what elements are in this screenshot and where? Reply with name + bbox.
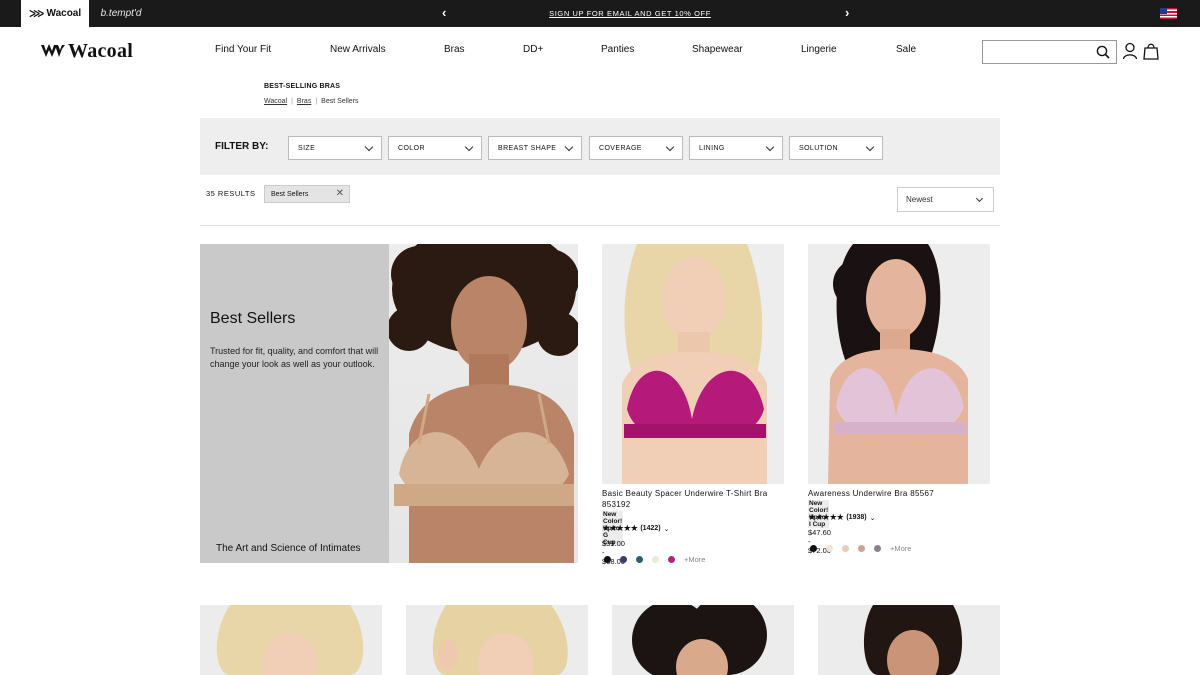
nav-find-your-fit[interactable]: Find Your Fit bbox=[215, 44, 271, 55]
search-icon[interactable] bbox=[1096, 45, 1110, 59]
nav-dd-plus[interactable]: DD+ bbox=[523, 44, 543, 55]
more-colors-link[interactable]: +More bbox=[890, 544, 911, 553]
filter-lining-dropdown[interactable]: LINING bbox=[689, 136, 783, 160]
close-icon[interactable]: ✕ bbox=[336, 188, 344, 199]
breadcrumb: Wacoal | Bras | Best Sellers bbox=[264, 98, 359, 105]
breadcrumb-separator: | bbox=[315, 98, 318, 105]
brand-tab-label: Wacoal bbox=[46, 8, 82, 19]
color-swatch[interactable] bbox=[620, 556, 627, 563]
color-swatch[interactable] bbox=[874, 545, 881, 552]
filter-size-dropdown[interactable]: SIZE bbox=[288, 136, 382, 160]
breadcrumb-item-wacoal[interactable]: Wacoal bbox=[264, 98, 287, 105]
account-icon[interactable] bbox=[1122, 42, 1138, 60]
sort-dropdown[interactable]: Newest bbox=[897, 187, 994, 212]
chevron-down-icon bbox=[665, 142, 675, 152]
product-image[interactable] bbox=[818, 605, 1000, 675]
filter-dropdown-label: BREAST SHAPE bbox=[498, 144, 557, 152]
color-swatch[interactable] bbox=[858, 545, 865, 552]
review-count: (1422) bbox=[640, 525, 661, 532]
product-rating[interactable]: ★★★★★ (1938) ⌄ bbox=[808, 512, 875, 523]
product-image[interactable] bbox=[406, 605, 588, 675]
star-rating-icon: ★★★★★ bbox=[808, 512, 844, 522]
chevron-right-icon[interactable]: › bbox=[845, 5, 849, 20]
site-logo[interactable]: Wacoal bbox=[41, 40, 133, 62]
color-swatch[interactable] bbox=[826, 545, 833, 552]
nav-shapewear[interactable]: Shapewear bbox=[692, 44, 743, 55]
more-colors-link[interactable]: +More bbox=[684, 555, 705, 564]
product-image[interactable] bbox=[612, 605, 794, 675]
chevron-down-icon bbox=[364, 142, 374, 152]
hero-model-photo bbox=[389, 244, 578, 563]
brand-tab-wacoal[interactable]: ⋙ Wacoal bbox=[21, 0, 89, 27]
filter-dropdown-label: COLOR bbox=[398, 144, 425, 152]
breadcrumb-item-current: Best Sellers bbox=[321, 98, 359, 105]
product-image[interactable] bbox=[200, 605, 382, 675]
logo-text: Wacoal bbox=[68, 39, 134, 62]
filter-bar: FILTER BY: SIZE COLOR BREAST SHAPE COVER… bbox=[200, 118, 1000, 175]
chevron-down-icon bbox=[975, 194, 984, 203]
hero-promo-tile[interactable]: Best Sellers Trusted for fit, quality, a… bbox=[200, 244, 578, 563]
filter-dropdown-label: LINING bbox=[699, 144, 725, 152]
filter-solution-dropdown[interactable]: SOLUTION bbox=[789, 136, 883, 160]
chevron-down-icon bbox=[765, 142, 775, 152]
bag-icon[interactable] bbox=[1143, 42, 1159, 60]
color-swatch[interactable] bbox=[604, 556, 611, 563]
filter-dropdown-label: COVERAGE bbox=[599, 144, 642, 152]
promo-bar: ⋙ Wacoal b.tempt'd ‹ SIGN UP FOR EMAIL A… bbox=[0, 0, 1200, 27]
color-swatches: +More bbox=[604, 555, 705, 564]
filter-coverage-dropdown[interactable]: COVERAGE bbox=[589, 136, 683, 160]
wacoal-logo-icon bbox=[41, 44, 65, 57]
chevron-down-icon bbox=[865, 142, 875, 152]
nav-bras[interactable]: Bras bbox=[444, 44, 465, 55]
nav-panties[interactable]: Panties bbox=[601, 44, 634, 55]
brand-tab-btempt[interactable]: b.tempt'd bbox=[89, 0, 153, 27]
chevron-down-icon bbox=[464, 142, 474, 152]
chevron-down-icon: ⌄ bbox=[663, 525, 670, 533]
product-rating[interactable]: ★★★★★ (1422) ⌄ bbox=[602, 523, 669, 534]
filter-breast-shape-dropdown[interactable]: BREAST SHAPE bbox=[488, 136, 582, 160]
hero-description: Trusted for fit, quality, and comfort th… bbox=[210, 346, 379, 369]
star-rating-icon: ★★★★★ bbox=[602, 523, 638, 533]
filter-dropdown-label: SIZE bbox=[298, 144, 316, 152]
hero-title: Best Sellers bbox=[210, 310, 296, 327]
product-name[interactable]: Awareness Underwire Bra 85567 bbox=[808, 488, 986, 499]
nav-sale[interactable]: Sale bbox=[896, 44, 916, 55]
sort-value: Newest bbox=[906, 195, 933, 204]
chevron-down-icon: ⌄ bbox=[869, 514, 876, 522]
nav-lingerie[interactable]: Lingerie bbox=[801, 44, 837, 55]
product-name[interactable]: Basic Beauty Spacer Underwire T-Shirt Br… bbox=[602, 488, 780, 510]
color-swatch[interactable] bbox=[810, 545, 817, 552]
breadcrumb-item-bras[interactable]: Bras bbox=[297, 98, 311, 105]
active-filter-label: Best Sellers bbox=[271, 190, 309, 198]
filter-color-dropdown[interactable]: COLOR bbox=[388, 136, 482, 160]
chevron-left-icon[interactable]: ‹ bbox=[442, 5, 446, 20]
color-swatch[interactable] bbox=[668, 556, 675, 563]
search-input[interactable] bbox=[982, 40, 1117, 64]
nav-new-arrivals[interactable]: New Arrivals bbox=[330, 44, 386, 55]
chevron-down-icon bbox=[564, 142, 574, 152]
color-swatch[interactable] bbox=[636, 556, 643, 563]
category-title: BEST-SELLING BRAS bbox=[264, 83, 341, 90]
color-swatch[interactable] bbox=[652, 556, 659, 563]
hero-footer: The Art and Science of Intimates bbox=[216, 543, 361, 554]
filter-label: FILTER BY: bbox=[215, 141, 269, 152]
product-image[interactable] bbox=[808, 244, 990, 484]
divider bbox=[200, 225, 1000, 226]
color-swatch[interactable] bbox=[842, 545, 849, 552]
filter-dropdown-label: SOLUTION bbox=[799, 144, 838, 152]
active-filter-chip[interactable]: Best Sellers ✕ bbox=[264, 185, 350, 203]
color-swatches: +More bbox=[810, 544, 911, 553]
promo-link[interactable]: SIGN UP FOR EMAIL AND GET 10% OFF bbox=[480, 9, 780, 18]
results-count: 35 RESULTS bbox=[206, 189, 256, 198]
us-flag-icon[interactable] bbox=[1160, 8, 1177, 19]
wacoal-logo-icon: ⋙ bbox=[28, 8, 45, 20]
brand-tab-label: b.tempt'd bbox=[100, 8, 142, 19]
breadcrumb-separator: | bbox=[291, 98, 293, 105]
review-count: (1938) bbox=[846, 514, 867, 521]
product-image[interactable] bbox=[602, 244, 784, 484]
